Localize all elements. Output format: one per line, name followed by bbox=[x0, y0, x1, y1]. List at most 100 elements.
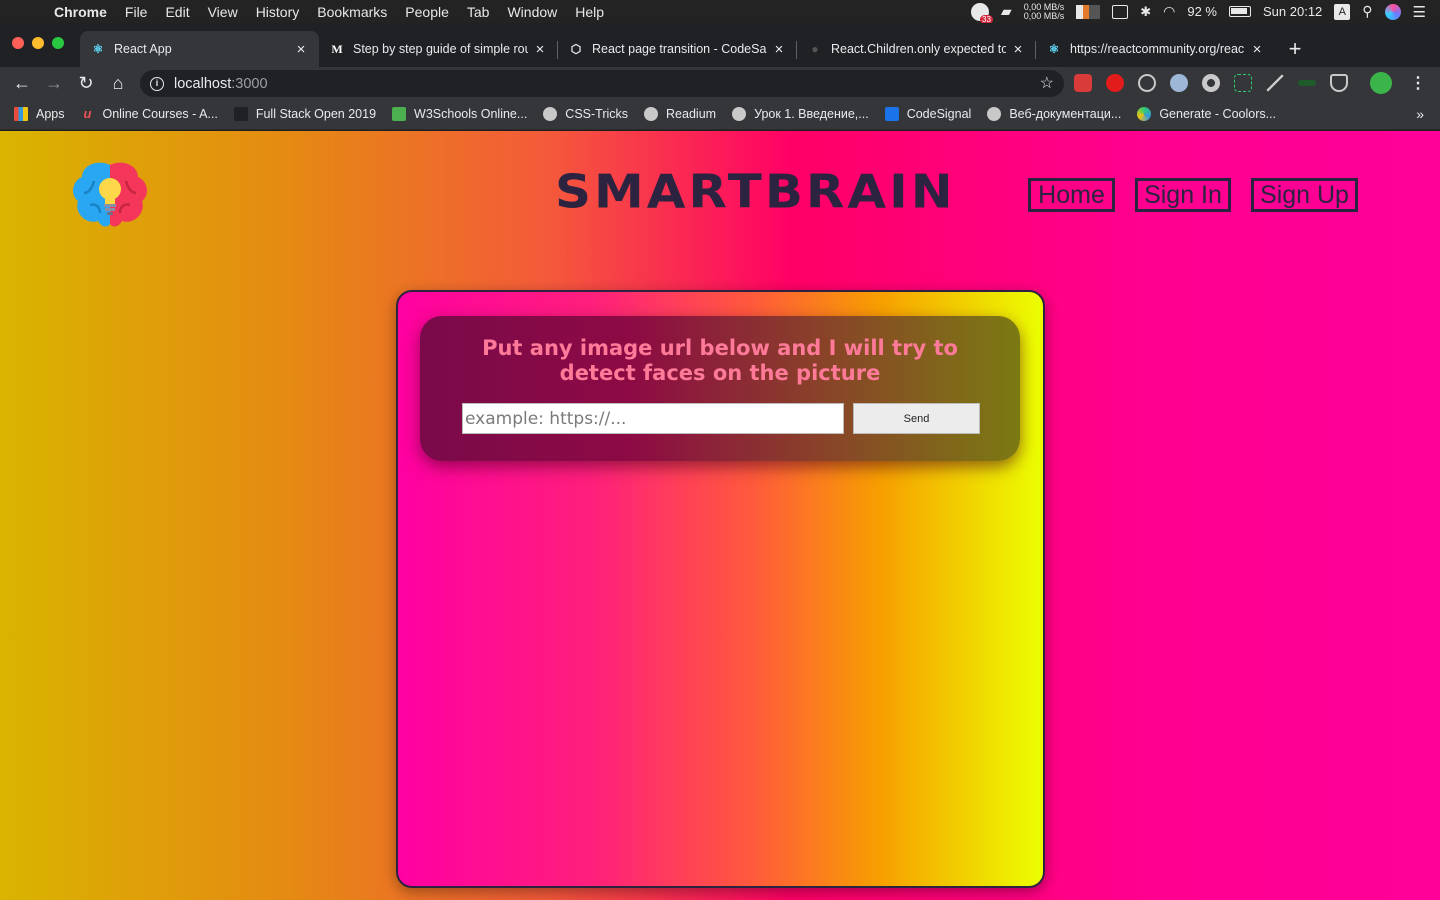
bookmark-codesignal[interactable]: CodeSignal bbox=[884, 107, 971, 121]
tab-react-app[interactable]: ⚛ React App × bbox=[80, 31, 319, 67]
react-icon: ⚛ bbox=[92, 42, 104, 56]
close-tab-icon[interactable]: × bbox=[532, 41, 548, 58]
image-url-input[interactable] bbox=[462, 403, 844, 434]
sign-in-link[interactable]: Sign In bbox=[1135, 178, 1231, 212]
site-info-icon[interactable]: i bbox=[150, 76, 164, 91]
extension-red-icon[interactable] bbox=[1074, 74, 1092, 92]
close-window-button[interactable] bbox=[12, 37, 24, 49]
sign-up-link[interactable]: Sign Up bbox=[1251, 178, 1358, 212]
extension-green-icon[interactable] bbox=[1298, 80, 1316, 86]
globe-icon bbox=[543, 107, 558, 121]
menu-view[interactable]: View bbox=[199, 4, 247, 20]
menu-people[interactable]: People bbox=[396, 4, 458, 20]
bookmark-readium[interactable]: Readium bbox=[644, 107, 716, 121]
reload-icon[interactable]: ↻ bbox=[70, 67, 102, 99]
globe-icon bbox=[732, 107, 747, 121]
bookmark-label: Apps bbox=[36, 107, 65, 121]
chrome-menu-icon[interactable]: ⋮ bbox=[1410, 73, 1426, 93]
extension-blue-icon[interactable] bbox=[1170, 74, 1188, 92]
window-manager-icon[interactable] bbox=[1112, 4, 1129, 19]
bookmark-label: CSS-Tricks bbox=[565, 107, 629, 121]
minimize-window-button[interactable] bbox=[32, 37, 44, 49]
codesandbox-icon: ⬡ bbox=[570, 42, 582, 56]
color-picker-icon[interactable] bbox=[1266, 74, 1284, 92]
medium-icon: M bbox=[331, 41, 343, 56]
tab-strip: ⚛ React App × M Step by step guide of si… bbox=[0, 23, 1440, 67]
bookmark-mdn[interactable]: Веб-документаци... bbox=[987, 107, 1121, 121]
bookmark-apps[interactable]: Apps bbox=[14, 107, 65, 121]
clock[interactable]: Sun 20:12 bbox=[1263, 4, 1322, 19]
tab-title: React App bbox=[114, 42, 172, 56]
battery-percent[interactable]: 92 % bbox=[1187, 4, 1217, 19]
apps-grid-icon bbox=[14, 107, 28, 121]
back-arrow-icon[interactable]: ← bbox=[6, 67, 38, 99]
close-tab-icon[interactable]: × bbox=[1010, 41, 1026, 58]
close-tab-icon[interactable]: × bbox=[771, 41, 787, 58]
menu-app-name[interactable]: Chrome bbox=[54, 4, 116, 20]
menu-file[interactable]: File bbox=[116, 4, 157, 20]
menu-tab[interactable]: Tab bbox=[458, 4, 499, 20]
brain-logo-icon[interactable] bbox=[70, 159, 150, 231]
tab-github-issue[interactable]: ● React.Children.only expected to × bbox=[797, 31, 1036, 67]
adblock-icon[interactable] bbox=[1106, 74, 1124, 92]
bookmark-label: W3Schools Online... bbox=[414, 107, 528, 121]
react-icon: ⚛ bbox=[1048, 42, 1060, 56]
zoom-window-button[interactable] bbox=[52, 37, 64, 49]
menu-bookmarks[interactable]: Bookmarks bbox=[308, 4, 396, 20]
screenshot-icon[interactable] bbox=[1234, 74, 1252, 92]
tab-title: Step by step guide of simple rou bbox=[353, 42, 528, 56]
profile-avatar[interactable] bbox=[1370, 72, 1392, 94]
wifi-icon[interactable]: ◠ bbox=[1163, 3, 1175, 20]
tab-medium-guide[interactable]: M Step by step guide of simple rou × bbox=[319, 31, 558, 67]
main-card: Put any image url below and I will try t… bbox=[396, 290, 1045, 888]
new-tab-button[interactable]: + bbox=[1275, 31, 1315, 67]
close-tab-icon[interactable]: × bbox=[1249, 41, 1265, 58]
close-tab-icon[interactable]: × bbox=[293, 41, 309, 58]
udemy-icon: u bbox=[83, 106, 92, 121]
bluetooth-icon[interactable]: ✱ bbox=[1140, 4, 1151, 20]
more-bookmarks-icon[interactable]: » bbox=[1416, 106, 1424, 122]
bookmark-lesson[interactable]: Урок 1. Введение,... bbox=[732, 107, 869, 121]
siri-icon[interactable] bbox=[1384, 3, 1401, 20]
url-port: :3000 bbox=[231, 75, 268, 92]
address-bar[interactable]: i localhost:3000 ☆ bbox=[140, 70, 1064, 97]
forward-arrow-icon[interactable]: → bbox=[38, 67, 70, 99]
menu-history[interactable]: History bbox=[247, 4, 309, 20]
menu-window[interactable]: Window bbox=[498, 4, 566, 20]
notification-center-icon[interactable]: ☰ bbox=[1413, 3, 1426, 21]
bookmark-label: Generate - Coolors... bbox=[1159, 107, 1277, 121]
tab-codesandbox[interactable]: ⬡ React page transition - CodeSan × bbox=[558, 31, 797, 67]
gear-icon[interactable] bbox=[1202, 74, 1220, 92]
instructions-text: Put any image url below and I will try t… bbox=[482, 336, 958, 385]
notification-badge-icon[interactable]: 33 bbox=[970, 2, 993, 24]
bookmark-label: Урок 1. Введение,... bbox=[754, 107, 869, 121]
browser-toolbar: ← → ↻ ⌂ i localhost:3000 ☆ ⋮ bbox=[0, 67, 1440, 99]
macos-menubar: Chrome File Edit View History Bookmarks … bbox=[0, 0, 1440, 24]
shield-icon[interactable] bbox=[1330, 74, 1348, 92]
bookmark-coolors[interactable]: Generate - Coolors... bbox=[1137, 107, 1276, 121]
bookmark-udemy[interactable]: u Online Courses - A... bbox=[81, 106, 218, 122]
extensions-row bbox=[1074, 67, 1392, 99]
bookmarks-bar: Apps u Online Courses - A... Full Stack … bbox=[0, 99, 1440, 130]
window-controls bbox=[0, 23, 80, 67]
home-icon[interactable]: ⌂ bbox=[102, 67, 134, 99]
menu-help[interactable]: Help bbox=[566, 4, 613, 20]
input-source-icon[interactable]: A bbox=[1334, 3, 1351, 20]
globe-icon bbox=[987, 107, 1002, 121]
extension-ring-icon[interactable] bbox=[1138, 74, 1156, 92]
bookmark-w3schools[interactable]: W3Schools Online... bbox=[392, 107, 527, 121]
cpu-meter-icon[interactable] bbox=[1076, 4, 1101, 19]
send-button[interactable]: Send bbox=[853, 403, 980, 434]
tab-reactcommunity[interactable]: ⚛ https://reactcommunity.org/reac × bbox=[1036, 31, 1275, 67]
bookmark-star-icon[interactable]: ☆ bbox=[1040, 73, 1054, 93]
network-stats[interactable]: 0,00 MB/s 0,00 MB/s bbox=[1024, 2, 1065, 21]
bookmark-label: Веб-документаци... bbox=[1009, 107, 1122, 121]
home-link[interactable]: Home bbox=[1028, 178, 1115, 212]
menu-edit[interactable]: Edit bbox=[156, 4, 198, 20]
spotlight-search-icon[interactable]: ⚲ bbox=[1362, 3, 1372, 20]
messages-icon[interactable]: ▰ bbox=[1001, 3, 1012, 20]
bookmark-fullstack[interactable]: Full Stack Open 2019 bbox=[233, 107, 376, 121]
bookmark-css-tricks[interactable]: CSS-Tricks bbox=[543, 107, 628, 121]
battery-icon[interactable] bbox=[1229, 6, 1251, 17]
fullstack-icon bbox=[233, 107, 248, 121]
